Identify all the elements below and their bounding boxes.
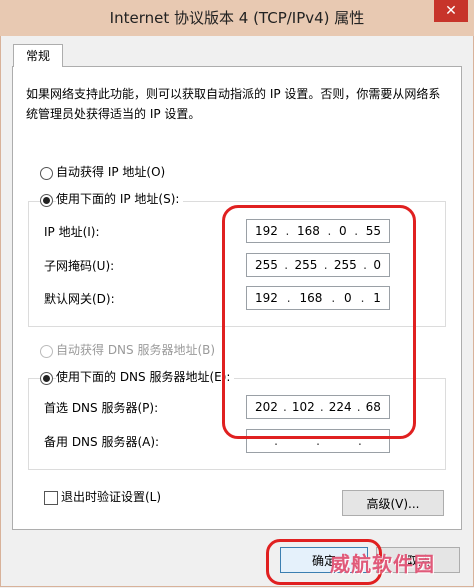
auto-ip-label: 自动获得 IP 地址(O)	[56, 165, 166, 179]
manual-ip-radio[interactable]	[40, 194, 53, 207]
alternate-dns-label: 备用 DNS 服务器(A):	[44, 435, 160, 449]
auto-dns-label: 自动获得 DNS 服务器地址(B)	[56, 343, 216, 357]
annotation-ip-highlight	[222, 205, 416, 439]
manual-ip-label: 使用下面的 IP 地址(S):	[56, 191, 184, 207]
ip-address-label: IP 地址(I):	[44, 225, 100, 239]
gateway-label: 默认网关(D):	[44, 292, 115, 306]
subnet-mask-label: 子网掩码(U):	[44, 259, 115, 273]
tab-general[interactable]: 常规	[13, 44, 63, 67]
watermark: 威航软件园	[330, 552, 435, 576]
auto-dns-radio[interactable]	[40, 345, 53, 358]
validate-label: 退出时验证设置(L)	[61, 490, 162, 504]
preferred-dns-label: 首选 DNS 服务器(P):	[44, 401, 159, 415]
description-text: 如果网络支持此功能，则可以获取自动指派的 IP 设置。否则，你需要从网络系统管理…	[26, 87, 441, 121]
close-button[interactable]: ✕	[434, 0, 468, 22]
manual-dns-label: 使用下面的 DNS 服务器地址(E):	[56, 369, 235, 385]
advanced-button[interactable]: 高级(V)...	[342, 490, 444, 516]
auto-ip-radio[interactable]	[40, 167, 53, 180]
manual-dns-radio[interactable]	[40, 372, 53, 385]
validate-checkbox[interactable]	[44, 491, 58, 505]
window-title: Internet 协议版本 4 (TCP/IPv4) 属性	[109, 9, 365, 27]
